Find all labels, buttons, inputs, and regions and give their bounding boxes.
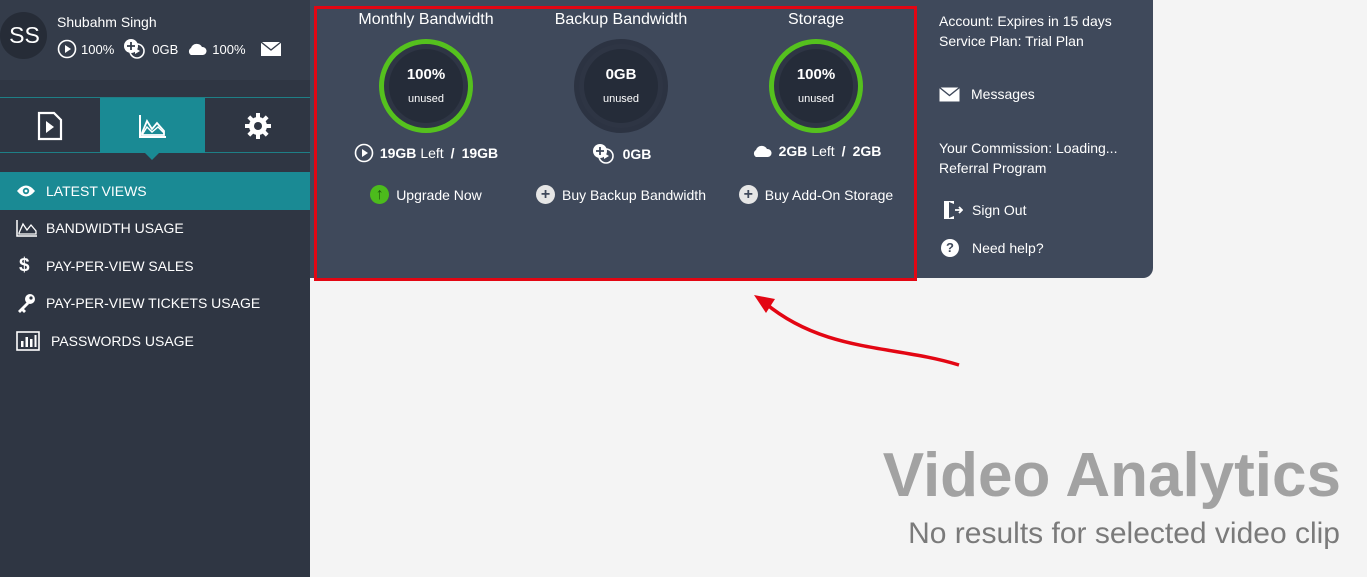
service-plan[interactable]: Service Plan: Trial Plan	[939, 31, 1112, 51]
sidebar-tabs	[0, 97, 310, 160]
envelope-icon[interactable]	[260, 41, 282, 57]
messages-link[interactable]: Messages	[939, 86, 1035, 102]
user-stats: 100% 0GB 100%	[57, 38, 286, 60]
need-help-label: Need help?	[972, 240, 1044, 256]
monthly-bandwidth-ring: 100% unused	[379, 39, 473, 133]
avatar[interactable]: SS	[0, 12, 47, 59]
menu-item-pay-per-view-tickets-usage[interactable]: PAY-PER-VIEW TICKETS USAGE	[0, 285, 310, 323]
menu-item-pay-per-view-sales[interactable]: $ PAY-PER-VIEW SALES	[0, 247, 310, 285]
backup-amount-value: 0GB	[622, 146, 652, 162]
backup-play-icon	[124, 39, 146, 59]
storage-total-value: 2GB	[852, 143, 882, 159]
menu-item-label: PAY-PER-VIEW TICKETS USAGE	[46, 295, 261, 312]
play-icon	[354, 143, 374, 163]
backup-bandwidth-ring: 0GB unused	[574, 39, 668, 133]
monthly-total-value: 19GB	[461, 145, 499, 161]
buy-backup-bandwidth-label: Buy Backup Bandwidth	[562, 186, 706, 203]
menu-item-label: PAY-PER-VIEW SALES	[46, 257, 194, 274]
menu-item-latest-views[interactable]: LATEST VIEWS	[0, 172, 310, 210]
key-icon	[18, 294, 35, 314]
bandwidth-stat-value: 100%	[81, 41, 115, 57]
backup-bandwidth-value: 0GB	[605, 66, 637, 83]
page-title: Video Analytics	[882, 441, 1341, 510]
storage-stat: 100%	[186, 41, 246, 57]
menu-item-bandwidth-usage[interactable]: BANDWIDTH USAGE	[0, 210, 310, 248]
monthly-bandwidth-stat: 19GB Left / 19GB	[326, 143, 526, 163]
help-icon: ?	[941, 239, 959, 257]
sign-out-label: Sign Out	[972, 202, 1027, 218]
chart-icon	[16, 220, 37, 237]
storage-left-value: 2GB	[778, 143, 808, 159]
monthly-bandwidth-title: Monthly Bandwidth	[358, 11, 494, 28]
buy-add-on-storage-label: Buy Add-On Storage	[764, 186, 894, 203]
bandwidth-stat: 100%	[57, 39, 114, 59]
menu-item-label: LATEST VIEWS	[46, 182, 147, 199]
monthly-bandwidth-value: 100%	[406, 66, 446, 83]
storage-value: 100%	[796, 66, 836, 83]
storage-sub: unused	[797, 93, 835, 105]
user-name[interactable]: Shubahm Singh	[57, 14, 157, 30]
account-info: Account: Expires in 15 days Service Plan…	[939, 11, 1112, 51]
tab-analytics[interactable]	[100, 98, 205, 160]
messages-label: Messages	[971, 86, 1035, 102]
backup-bandwidth-sub: unused	[602, 93, 640, 105]
buy-add-on-storage-button[interactable]: + Buy Add-On Storage	[716, 185, 916, 204]
backup-stat-value: 0GB	[152, 41, 179, 57]
upgrade-now-label: Upgrade Now	[396, 186, 482, 203]
backup-stat: 0GB	[122, 38, 178, 60]
commission-text[interactable]: Your Commission: Loading...	[939, 138, 1117, 158]
need-help-link[interactable]: ? Need help?	[941, 239, 1044, 257]
tab-settings[interactable]	[205, 98, 310, 153]
envelope-icon	[939, 86, 960, 101]
referral-program-link[interactable]: Referral Program	[939, 158, 1117, 178]
page-subtitle: No results for selected video clip	[908, 517, 1340, 550]
chart-icon	[138, 114, 166, 138]
bar-chart-icon	[16, 330, 40, 351]
gear-icon	[244, 112, 271, 139]
storage-ring: 100% unused	[769, 39, 863, 133]
plus-icon: +	[738, 185, 758, 204]
buy-backup-bandwidth-button[interactable]: + Buy Backup Bandwidth	[521, 185, 721, 204]
upgrade-now-button[interactable]: ↑ Upgrade Now	[326, 185, 526, 204]
cloud-icon	[189, 43, 207, 55]
sign-out-icon	[944, 201, 963, 219]
menu-item-label: BANDWIDTH USAGE	[46, 220, 184, 237]
monthly-left-value: 19GB	[379, 145, 417, 161]
commission-info: Your Commission: Loading... Referral Pro…	[939, 138, 1117, 178]
play-icon	[57, 39, 77, 59]
annotation-arrow	[754, 295, 960, 367]
backup-bandwidth-stat: 0GB	[521, 143, 721, 165]
eye-icon	[17, 185, 35, 197]
storage-title: Storage	[787, 11, 845, 28]
sign-out-link[interactable]: Sign Out	[943, 200, 1026, 220]
user-block: SS Shubahm Singh 100% 0GB 100%	[0, 0, 310, 80]
backup-bandwidth-title: Backup Bandwidth	[554, 11, 688, 28]
monthly-left-label: Left	[420, 145, 444, 161]
sidebar-menu: LATEST VIEWS BANDWIDTH USAGE $ PAY-PER-V…	[0, 172, 310, 360]
dollar-icon: $	[19, 254, 30, 276]
storage-left-label: Left	[811, 143, 835, 159]
cloud-icon	[753, 145, 772, 157]
tab-videos[interactable]	[0, 98, 100, 153]
menu-item-passwords-usage[interactable]: PASSWORDS USAGE	[0, 322, 310, 360]
play-file-icon	[37, 111, 63, 140]
arrow-up-icon: ↑	[370, 185, 390, 204]
monthly-bandwidth-sub: unused	[407, 93, 445, 105]
storage-stat-value: 100%	[212, 41, 246, 57]
backup-play-icon	[592, 144, 614, 164]
account-expires[interactable]: Account: Expires in 15 days	[939, 11, 1112, 31]
storage-stat: 2GB Left / 2GB	[716, 143, 916, 159]
sidebar: SS Shubahm Singh 100% 0GB 100% LATEST VI…	[0, 0, 310, 577]
plus-icon: +	[536, 185, 555, 204]
menu-item-label: PASSWORDS USAGE	[51, 332, 194, 349]
